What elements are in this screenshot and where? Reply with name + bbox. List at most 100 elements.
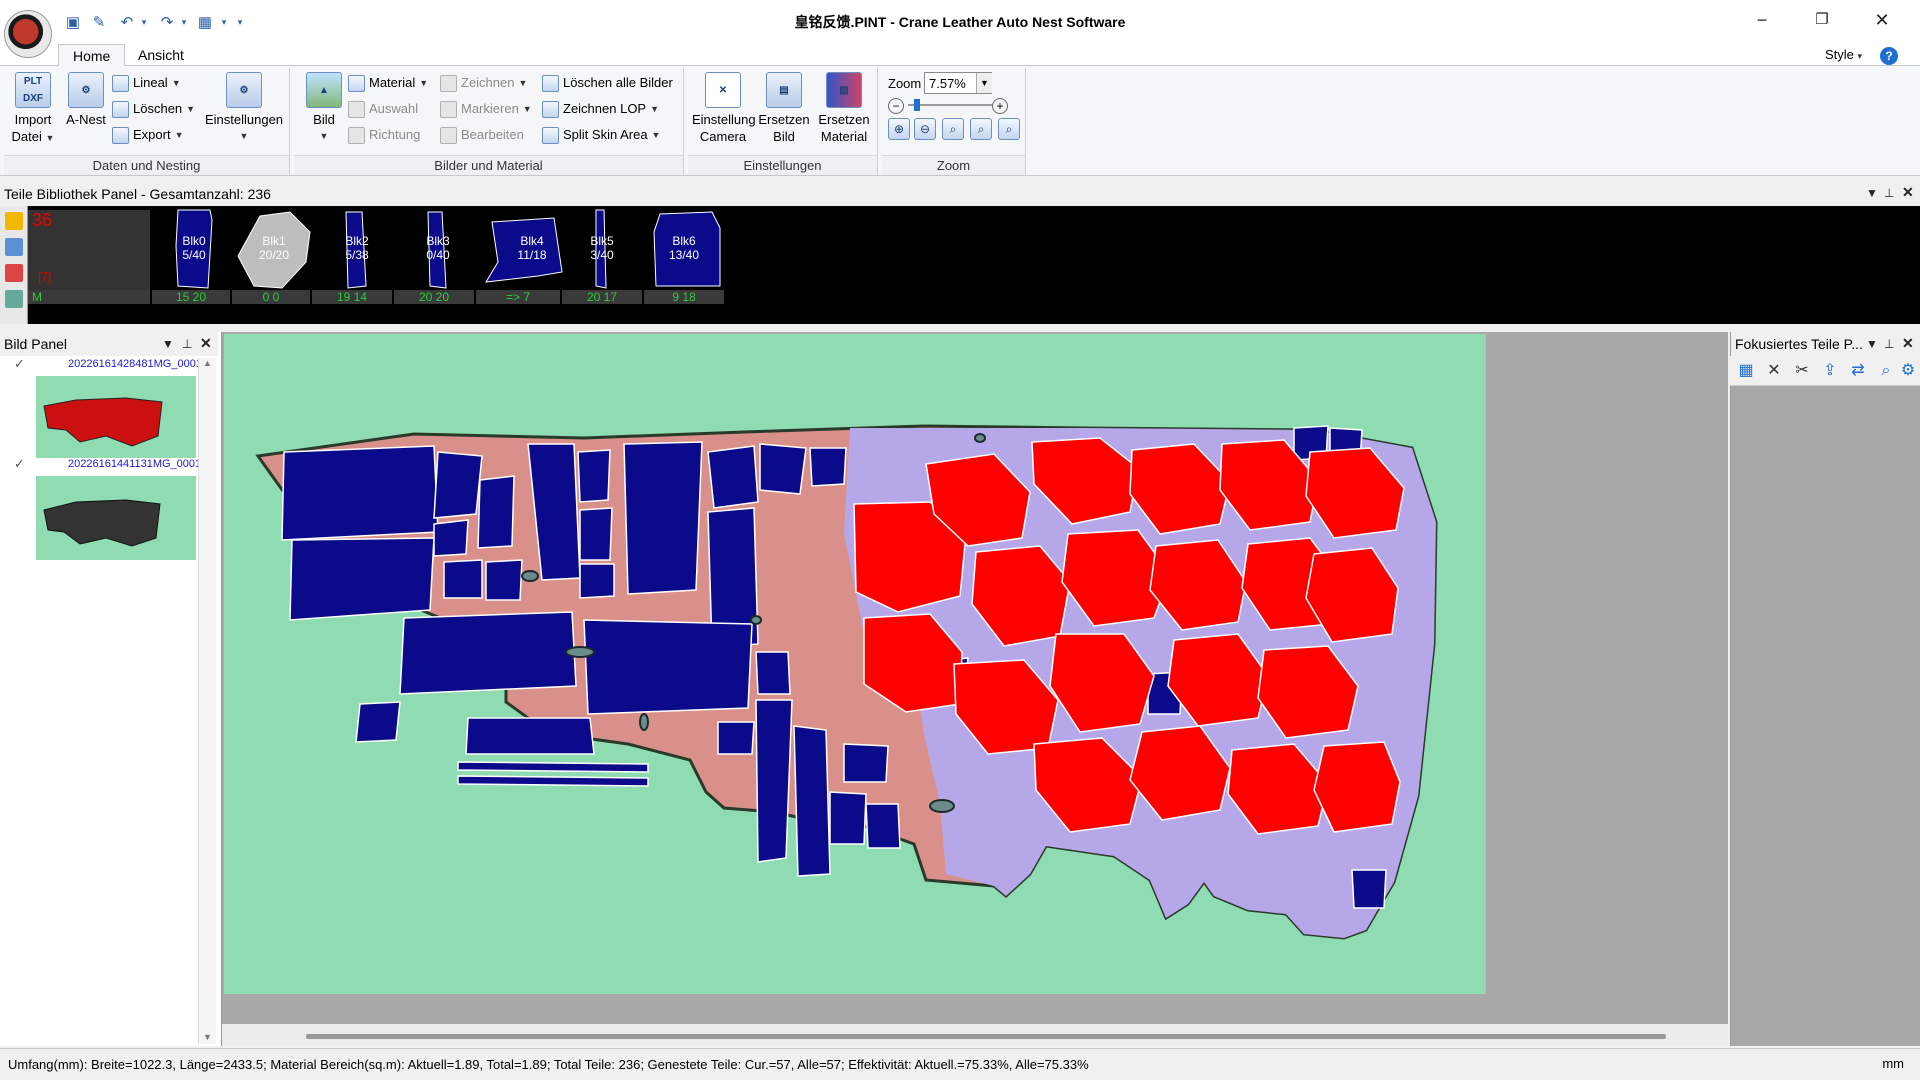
grid-dropdown-icon[interactable]: ▾ bbox=[218, 10, 230, 34]
close-icon[interactable]: ✕ bbox=[200, 335, 212, 352]
undo-dropdown-icon[interactable]: ▾ bbox=[138, 10, 150, 34]
nested-piece[interactable] bbox=[843, 743, 889, 783]
remove-icon[interactable] bbox=[5, 264, 23, 282]
grid-icon[interactable]: ▦ bbox=[194, 10, 216, 34]
ersetzen-bild-button[interactable]: ▤ Ersetzen Bild bbox=[756, 72, 812, 145]
nested-piece[interactable] bbox=[579, 563, 615, 599]
scroll-up-icon[interactable]: ▲ bbox=[199, 358, 216, 368]
nested-piece[interactable] bbox=[759, 443, 807, 495]
nested-piece[interactable] bbox=[457, 775, 649, 787]
einstellungen-button[interactable]: ⚙ Einstellungen ▼ bbox=[200, 72, 288, 145]
import-datei-button[interactable]: PLT DXF Import Datei ▼ bbox=[8, 72, 58, 147]
redo-dropdown-icon[interactable]: ▾ bbox=[178, 10, 190, 34]
zoom-all-icon[interactable]: ⌕ bbox=[998, 118, 1020, 140]
pin-icon[interactable]: ⊥ bbox=[1884, 186, 1894, 200]
nested-piece[interactable] bbox=[717, 721, 755, 755]
nested-piece[interactable] bbox=[583, 619, 753, 715]
customize-toolbar-icon[interactable]: ▾ bbox=[234, 10, 246, 34]
arrange-icon[interactable]: ⇄ bbox=[1848, 361, 1868, 381]
nested-piece[interactable] bbox=[399, 611, 577, 695]
zeichnen-button[interactable]: Zeichnen ▼ bbox=[440, 72, 527, 94]
auswahl-button[interactable]: Auswahl bbox=[348, 98, 418, 120]
piece-blk6[interactable]: Blk6 13/40 bbox=[656, 210, 712, 288]
ersetzen-material-button[interactable]: ▧ Ersetzen Material bbox=[814, 72, 874, 145]
export-button[interactable]: Export ▼ bbox=[112, 124, 184, 146]
markieren-button[interactable]: Markieren ▼ bbox=[440, 98, 532, 120]
nested-piece[interactable] bbox=[809, 447, 847, 487]
lightning-icon[interactable] bbox=[5, 212, 23, 230]
tab-home[interactable]: Home bbox=[58, 44, 126, 66]
defect-mark[interactable] bbox=[929, 799, 955, 813]
zoom-out-icon[interactable]: ⊖ bbox=[914, 118, 936, 140]
nested-piece[interactable] bbox=[465, 717, 595, 755]
nested-piece[interactable] bbox=[623, 441, 703, 595]
check-icon[interactable]: ✓ bbox=[14, 356, 25, 372]
help-icon[interactable]: ? bbox=[1880, 47, 1898, 65]
nested-piece[interactable] bbox=[433, 451, 483, 519]
close-button[interactable]: ✕ bbox=[1852, 0, 1912, 40]
chevron-down-icon[interactable]: ▼ bbox=[162, 337, 174, 351]
piece-blk0[interactable]: Blk0 5/40 bbox=[176, 210, 212, 288]
material-button[interactable]: Material ▼ bbox=[348, 72, 428, 94]
nested-piece[interactable] bbox=[755, 699, 793, 863]
nested-piece[interactable] bbox=[829, 791, 867, 845]
style-menu[interactable]: Style ▾ bbox=[1825, 44, 1862, 66]
richtung-button[interactable]: Richtung bbox=[348, 124, 420, 146]
loeschen-alle-bilder-button[interactable]: Löschen alle Bilder bbox=[542, 72, 673, 94]
nested-piece[interactable] bbox=[755, 651, 791, 695]
einstellung-camera-button[interactable]: ✕ Einstellung Camera bbox=[692, 72, 756, 145]
zoom-slider-thumb[interactable] bbox=[914, 99, 920, 111]
nesting-canvas[interactable] bbox=[224, 334, 1486, 994]
settings-part-icon[interactable]: ⚙ bbox=[1898, 361, 1918, 381]
new-file-icon[interactable]: ✎ bbox=[88, 10, 110, 34]
bild-list-item[interactable]: ✓ 20226161428481MG_0001 bbox=[0, 356, 202, 460]
zoom-in-icon[interactable]: ⊕ bbox=[888, 118, 910, 140]
bild-list-item[interactable]: ✓ 20226161441131MG_0001 bbox=[0, 456, 201, 560]
list-icon[interactable] bbox=[5, 238, 23, 256]
nested-piece[interactable] bbox=[707, 445, 759, 509]
piece-blk5[interactable]: Blk5 3/40 bbox=[584, 210, 620, 288]
nested-piece[interactable] bbox=[1313, 741, 1401, 833]
defect-mark[interactable] bbox=[974, 433, 986, 443]
defect-mark[interactable] bbox=[521, 570, 539, 582]
delete-all-icon[interactable]: ✂ bbox=[1792, 361, 1812, 381]
lineal-button[interactable]: Lineal ▼ bbox=[112, 72, 181, 94]
nested-piece[interactable] bbox=[433, 519, 469, 557]
nested-piece[interactable] bbox=[281, 445, 439, 541]
a-nest-button[interactable]: ⚙ A-Nest bbox=[60, 72, 112, 128]
chevron-down-icon[interactable]: ▼ bbox=[1866, 337, 1878, 351]
nested-piece[interactable] bbox=[577, 449, 611, 503]
loeschen-button[interactable]: Löschen ▼ bbox=[112, 98, 195, 120]
defect-mark[interactable] bbox=[750, 615, 762, 625]
split-skin-area-button[interactable]: Split Skin Area ▼ bbox=[542, 124, 660, 146]
scroll-down-icon[interactable]: ▼ bbox=[199, 1032, 216, 1042]
piece-blk1[interactable]: Blk1 20/20 bbox=[246, 210, 302, 288]
pin-icon[interactable]: ⊥ bbox=[1884, 337, 1894, 351]
nested-piece[interactable] bbox=[457, 761, 649, 773]
delete-x-icon[interactable]: ✕ bbox=[1764, 361, 1784, 381]
zoom-window-icon[interactable]: ⌕ bbox=[942, 118, 964, 140]
piece-blk4[interactable]: Blk4 11/18 bbox=[502, 210, 562, 288]
tab-ansicht[interactable]: Ansicht bbox=[124, 44, 198, 66]
zoom-part-icon[interactable]: ⌕ bbox=[1876, 361, 1896, 381]
nested-piece[interactable] bbox=[865, 803, 901, 849]
nested-piece[interactable] bbox=[579, 507, 613, 561]
piece-blk2[interactable]: Blk2 5/38 bbox=[342, 210, 372, 288]
pin-icon[interactable]: ⊥ bbox=[182, 337, 192, 351]
undo-icon[interactable]: ↶ bbox=[116, 10, 138, 34]
minimize-button[interactable]: − bbox=[1732, 0, 1792, 40]
nested-piece[interactable] bbox=[793, 725, 831, 877]
redo-icon[interactable]: ↷ bbox=[156, 10, 178, 34]
image-thumbnail[interactable] bbox=[36, 376, 196, 460]
zoom-fit-icon[interactable]: ⌕ bbox=[970, 118, 992, 140]
add-part-icon[interactable]: ▦ bbox=[1736, 361, 1756, 381]
nested-piece[interactable] bbox=[485, 559, 523, 601]
zoom-slider[interactable] bbox=[908, 99, 992, 111]
nested-piece[interactable] bbox=[289, 537, 435, 621]
chevron-down-icon[interactable]: ▼ bbox=[1866, 186, 1878, 200]
bild-button[interactable]: ▲ Bild ▼ bbox=[300, 72, 348, 145]
export-part-icon[interactable]: ⇪ bbox=[1820, 361, 1840, 381]
image-thumbnail[interactable] bbox=[36, 476, 196, 560]
zoom-dropdown-icon[interactable]: ▼ bbox=[976, 73, 992, 93]
save-icon[interactable]: ▣ bbox=[62, 10, 84, 34]
